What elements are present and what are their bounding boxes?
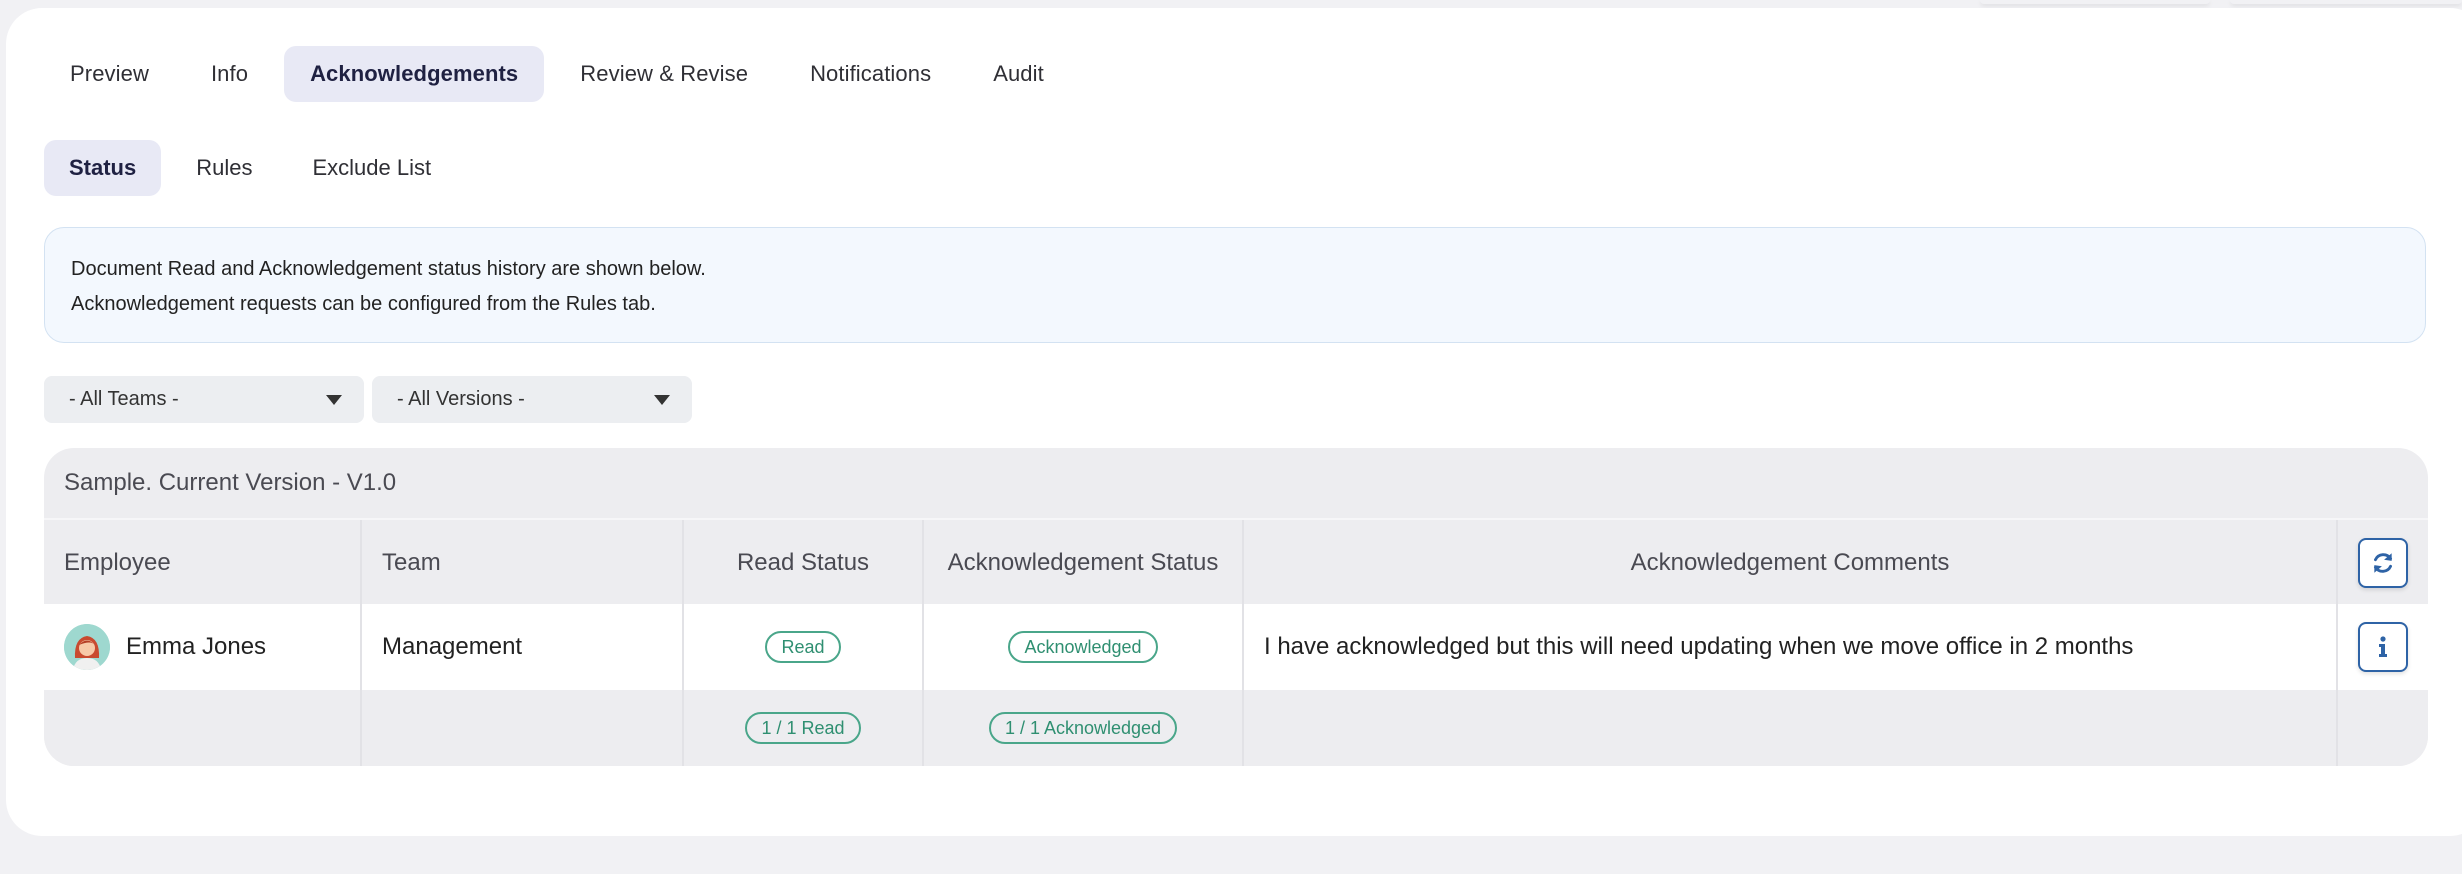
employee-cell: Emma Jones (44, 604, 362, 690)
info-line-2: Acknowledgement requests can be configur… (71, 293, 656, 315)
employee-name: Emma Jones (126, 633, 267, 660)
refresh-cell (2338, 520, 2428, 606)
top-stub-right (2230, 0, 2462, 4)
teams-select[interactable]: - All Teams - (44, 376, 364, 423)
header-read-status: Read Status (684, 520, 924, 606)
table-title: Sample. Current Version - V1.0 (64, 469, 397, 496)
header-ack-status: Acknowledgement Status (924, 520, 1244, 606)
top-stub-left (1980, 0, 2210, 4)
subtab-rules[interactable]: Rules (171, 140, 277, 196)
summary-empty-comments (1244, 690, 2338, 766)
summary-read-cell: 1 / 1 Read (684, 690, 924, 766)
ack-status-cell: Acknowledged (924, 604, 1244, 690)
tab-preview[interactable]: Preview (44, 46, 175, 102)
info-cell (2338, 604, 2428, 690)
info-line-1: Document Read and Acknowledgement status… (71, 258, 706, 280)
tab-audit[interactable]: Audit (967, 46, 1070, 102)
team-cell: Management (362, 604, 684, 690)
tab-review-revise[interactable]: Review & Revise (554, 46, 774, 102)
read-status-cell: Read (684, 604, 924, 690)
table-header-row: Employee Team Read Status Acknowledgemen… (44, 518, 2428, 606)
info-banner: Document Read and Acknowledgement status… (44, 227, 2426, 343)
main-tabs: Preview Info Acknowledgements Review & R… (44, 46, 1070, 102)
versions-select[interactable]: - All Versions - (372, 376, 692, 423)
summary-ack-badge: 1 / 1 Acknowledged (988, 712, 1178, 744)
ack-status-badge: Acknowledged (1008, 631, 1158, 663)
info-button[interactable] (2358, 622, 2408, 672)
refresh-button[interactable] (2358, 538, 2408, 588)
subtab-exclude-list[interactable]: Exclude List (288, 140, 457, 196)
summary-read-badge: 1 / 1 Read (745, 712, 861, 744)
summary-empty-team (362, 690, 684, 766)
header-employee: Employee (44, 520, 362, 606)
filters: - All Teams - - All Versions - (44, 376, 692, 423)
teams-select-value: - All Teams - (69, 388, 179, 410)
header-ack-comments: Acknowledgement Comments (1244, 520, 2338, 606)
refresh-icon (2374, 553, 2392, 573)
summary-ack-cell: 1 / 1 Acknowledged (924, 690, 1244, 766)
ack-comment-cell: I have acknowledged but this will need u… (1244, 604, 2338, 690)
caret-down-icon (326, 394, 342, 405)
avatar-image (64, 624, 110, 670)
summary-empty-action (2338, 690, 2428, 766)
info-icon (2379, 636, 2387, 657)
avatar (64, 624, 110, 670)
tab-acknowledgements[interactable]: Acknowledgements (284, 46, 545, 102)
summary-empty-employee (44, 690, 362, 766)
table-summary-row: 1 / 1 Read 1 / 1 Acknowledged (44, 690, 2428, 766)
sub-tabs: Status Rules Exclude List (44, 140, 456, 196)
tab-info[interactable]: Info (185, 46, 274, 102)
table-row: Emma Jones Management Read Acknowledged … (44, 604, 2428, 690)
acknowledgement-table: Sample. Current Version - V1.0 Employee … (44, 448, 2428, 766)
versions-select-value: - All Versions - (397, 388, 525, 410)
caret-down-icon (654, 394, 670, 405)
subtab-status[interactable]: Status (44, 140, 162, 196)
read-status-badge: Read (765, 631, 841, 663)
header-team: Team (362, 520, 684, 606)
tab-notifications[interactable]: Notifications (784, 46, 957, 102)
